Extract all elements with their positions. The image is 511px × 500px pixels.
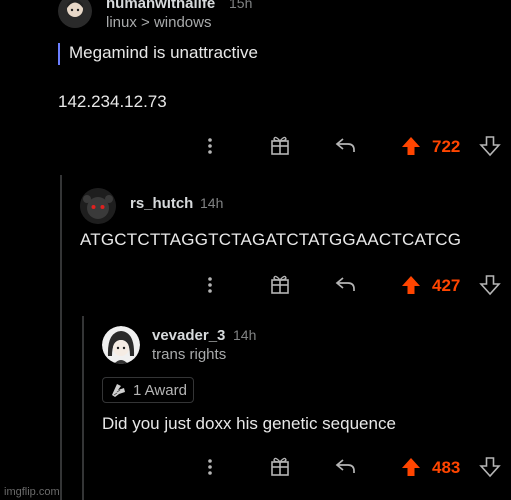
comment-quote: Megamind is unattractive (69, 43, 258, 62)
quote-bar (58, 43, 60, 65)
vote-count: 483 (432, 458, 461, 477)
downvote-button[interactable] (479, 456, 501, 478)
thread-line (60, 175, 62, 500)
award-button[interactable] (269, 273, 291, 295)
vote-count: 427 (432, 276, 461, 295)
reply-button[interactable] (334, 456, 358, 476)
upvote-button[interactable] (400, 135, 422, 157)
comment-timestamp: 14h (200, 195, 224, 211)
award-icon (112, 384, 125, 397)
comment-username[interactable]: humanwithalife (106, 0, 215, 12)
avatar[interactable] (80, 188, 116, 224)
comment-username[interactable]: vevader_3 (152, 327, 225, 344)
more-vertical-icon (208, 459, 212, 475)
comment-timestamp: 14h (233, 327, 257, 343)
comment-body: 142.234.12.73 (58, 92, 167, 111)
upvote-arrow-icon (402, 137, 420, 155)
downvote-arrow-icon (479, 457, 501, 478)
downvote-button[interactable] (479, 274, 501, 296)
comment-body: ATGCTCTTAGGTCTAGATCTATGGAACTCATCG (80, 230, 462, 249)
vote-count: 722 (432, 137, 461, 156)
upvote-arrow-icon (402, 458, 420, 476)
comment-timestamp: 15h (229, 0, 253, 11)
user-flair: linux > windows (106, 14, 212, 31)
more-options-button[interactable] (204, 275, 216, 295)
avatar[interactable] (58, 0, 92, 28)
avatar[interactable] (102, 326, 140, 364)
reply-icon (335, 277, 355, 291)
gift-award-icon (271, 275, 289, 294)
reply-button[interactable] (334, 274, 358, 294)
gift-award-icon (271, 457, 289, 476)
more-vertical-icon (208, 277, 212, 293)
reply-icon (335, 459, 355, 473)
more-options-button[interactable] (204, 457, 216, 477)
watermark: imgflip.com (4, 486, 60, 498)
upvote-button[interactable] (400, 456, 422, 478)
reply-icon (335, 138, 355, 152)
more-vertical-icon (208, 138, 212, 154)
award-badge[interactable]: 1 Award (102, 377, 194, 403)
comment-username[interactable]: rs_hutch (130, 195, 193, 212)
downvote-button[interactable] (479, 135, 501, 157)
thread-line (82, 316, 84, 500)
comment-body: Did you just doxx his genetic sequence (102, 414, 396, 433)
award-count: 1 Award (133, 381, 187, 399)
reply-button[interactable] (334, 135, 358, 155)
gift-award-icon (271, 136, 289, 155)
award-button[interactable] (269, 455, 291, 477)
upvote-arrow-icon (402, 276, 420, 294)
downvote-arrow-icon (479, 275, 501, 296)
downvote-arrow-icon (479, 136, 501, 157)
upvote-button[interactable] (400, 274, 422, 296)
award-button[interactable] (269, 134, 291, 156)
more-options-button[interactable] (204, 136, 216, 156)
user-flair: trans rights (152, 346, 227, 363)
